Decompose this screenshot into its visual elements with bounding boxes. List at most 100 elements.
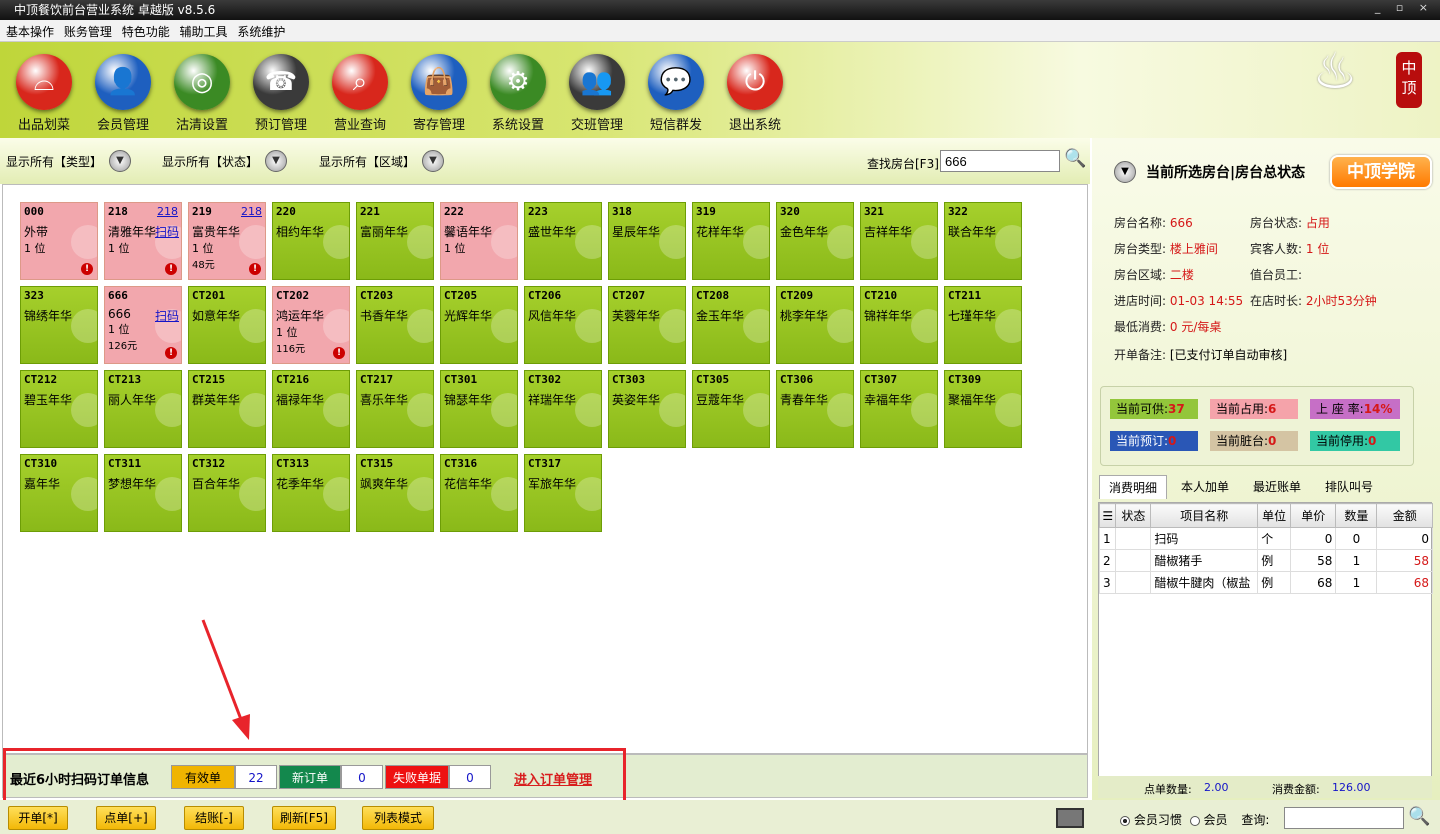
filter-status-dropdown-icon[interactable]: ▼ xyxy=(265,150,287,172)
filter-status[interactable]: 显示所有【状态】 xyxy=(162,153,258,170)
table-tile[interactable]: CT313 花季年华 xyxy=(272,454,350,532)
table-tile[interactable]: CT303 英姿年华 xyxy=(608,370,686,448)
filter-bar: 显示所有【类型】 ▼ 显示所有【状态】 ▼ 显示所有【区域】 ▼ 查找房台[F3… xyxy=(0,138,1090,184)
row-menu-icon[interactable]: ☰ xyxy=(1098,503,1117,528)
filter-area-dropdown-icon[interactable]: ▼ xyxy=(422,150,444,172)
table-tile[interactable]: CT201 如意年华 xyxy=(188,286,266,364)
tab-consumption-detail[interactable]: 消费明细 xyxy=(1099,475,1167,499)
member-search-icon[interactable]: 🔍 xyxy=(1408,806,1430,827)
filter-area[interactable]: 显示所有【区域】 xyxy=(319,153,415,170)
table-tile[interactable]: CT306 青春年华 xyxy=(776,370,854,448)
table-tile[interactable]: CT317 军旅年华 xyxy=(524,454,602,532)
table-tile[interactable]: CT210 锦祥年华 xyxy=(860,286,938,364)
table-row[interactable]: 1 扫码个 0 0 0 xyxy=(1098,527,1433,550)
toolbar-button-9[interactable]: ⏻ 退出系统 xyxy=(718,54,792,133)
table-tile[interactable]: CT311 梦想年华 xyxy=(104,454,182,532)
menu-tools[interactable]: 辅助工具 xyxy=(180,23,228,40)
toolbar-button-8[interactable]: 💬 短信群发 xyxy=(639,54,713,133)
table-tile[interactable]: 223 盛世年华 xyxy=(524,202,602,280)
table-tile[interactable]: 221 富丽年华 xyxy=(356,202,434,280)
table-tile[interactable]: CT316 花信年华 xyxy=(440,454,518,532)
window-controls[interactable]: _ ▫ × xyxy=(1375,1,1434,14)
table-tile[interactable]: CT213 丽人年华 xyxy=(104,370,182,448)
table-tile[interactable]: CT203 书香年华 xyxy=(356,286,434,364)
academy-button[interactable]: 中顶学院 xyxy=(1330,155,1432,189)
search-input[interactable] xyxy=(940,150,1060,172)
toolbar-button-7[interactable]: 👥 交班管理 xyxy=(560,54,634,133)
status-toggle-icon[interactable]: ▼ xyxy=(1114,161,1136,183)
table-tile[interactable]: CT209 桃李年华 xyxy=(776,286,854,364)
menu-accounts[interactable]: 账务管理 xyxy=(64,23,112,40)
table-tile[interactable]: 322 联合年华 xyxy=(944,202,1022,280)
table-tile[interactable]: CT315 飒爽年华 xyxy=(356,454,434,532)
table-tile[interactable]: CT206 风信年华 xyxy=(524,286,602,364)
keyboard-icon[interactable] xyxy=(1056,808,1084,828)
table-tile[interactable]: 666 666 1 位 126元 扫码! xyxy=(104,286,182,364)
filter-type[interactable]: 显示所有【类型】 xyxy=(6,153,102,170)
table-tile[interactable]: 321 吉祥年华 xyxy=(860,202,938,280)
table-tile[interactable]: 220 相约年华 xyxy=(272,202,350,280)
tile-code: CT301 xyxy=(444,373,478,386)
bottom-button-0[interactable]: 开单[*] xyxy=(8,806,68,830)
toolbar-button-4[interactable]: ⌕ 营业查询 xyxy=(323,54,397,133)
bottom-button-1[interactable]: 点单[+] xyxy=(96,806,156,830)
table-tile[interactable]: CT212 碧玉年华 xyxy=(20,370,98,448)
table-tile[interactable]: CT205 光辉年华 xyxy=(440,286,518,364)
table-tile[interactable]: CT305 豆蔻年华 xyxy=(692,370,770,448)
stat-occupied: 当前占用:6 xyxy=(1210,399,1298,419)
tile-watermark-logo xyxy=(155,393,181,427)
tile-link[interactable]: 218 xyxy=(157,205,178,218)
table-tile[interactable]: CT217 喜乐年华 xyxy=(356,370,434,448)
toolbar-button-1[interactable]: 👤 会员管理 xyxy=(86,54,160,133)
table-tile[interactable]: 319 花样年华 xyxy=(692,202,770,280)
table-tile[interactable]: CT207 芙蓉年华 xyxy=(608,286,686,364)
tile-scan-link[interactable]: 扫码 xyxy=(155,307,179,324)
tab-recent-bills[interactable]: 最近账单 xyxy=(1243,475,1311,499)
table-tile[interactable]: CT307 幸福年华 xyxy=(860,370,938,448)
toolbar-button-2[interactable]: ◎ 沽清设置 xyxy=(165,54,239,133)
table-tile[interactable]: 318 星辰年华 xyxy=(608,202,686,280)
detail-tabs: 消费明细 本人加单 最近账单 排队叫号 xyxy=(1096,475,1436,499)
table-tile[interactable]: CT202 鸿运年华 1 位 116元! xyxy=(272,286,350,364)
toolbar-button-0[interactable]: ⌓ 出品划菜 xyxy=(7,54,81,133)
table-tile[interactable]: CT211 七瑾年华 xyxy=(944,286,1022,364)
radio-member-habit[interactable] xyxy=(1120,815,1130,826)
menu-features[interactable]: 特色功能 xyxy=(122,23,170,40)
table-tile[interactable]: CT301 锦瑟年华 xyxy=(440,370,518,448)
col-amount: 金额 xyxy=(1376,503,1433,528)
table-tile[interactable]: 222 馨语年华 1 位 xyxy=(440,202,518,280)
filter-type-dropdown-icon[interactable]: ▼ xyxy=(109,150,131,172)
tile-link[interactable]: 218 xyxy=(241,205,262,218)
table-tile[interactable]: 000 外带 1 位! xyxy=(20,202,98,280)
toolbar-button-6[interactable]: ⚙ 系统设置 xyxy=(481,54,555,133)
table-tile[interactable]: 320 金色年华 xyxy=(776,202,854,280)
tile-scan-link[interactable]: 扫码 xyxy=(155,223,179,240)
menu-maintenance[interactable]: 系统维护 xyxy=(237,23,285,40)
stat-available: 当前可供:37 xyxy=(1110,399,1198,419)
table-tile[interactable]: CT310 嘉年华 xyxy=(20,454,98,532)
phone-icon: ☎ xyxy=(253,54,309,110)
menu-basic[interactable]: 基本操作 xyxy=(6,23,54,40)
radio-member[interactable] xyxy=(1189,815,1200,826)
table-row[interactable]: 3 醋椒牛腱肉（椒盐例 68 1 68 xyxy=(1098,571,1433,594)
bottom-button-4[interactable]: 列表模式 xyxy=(362,806,434,830)
table-tile[interactable]: 218 清雅年华 1 位 218 扫码! xyxy=(104,202,182,280)
table-row[interactable]: 2 醋椒猪手例 58 1 58 xyxy=(1098,549,1433,572)
search-icon[interactable]: 🔍 xyxy=(1064,148,1086,169)
table-tile[interactable]: 219 富贵年华 1 位 48元 218! xyxy=(188,202,266,280)
table-tile[interactable]: 323 锦绣年华 xyxy=(20,286,98,364)
tile-code: 323 xyxy=(24,289,44,302)
table-tile[interactable]: CT208 金玉年华 xyxy=(692,286,770,364)
table-tile[interactable]: CT216 福禄年华 xyxy=(272,370,350,448)
table-tile[interactable]: CT312 百合年华 xyxy=(188,454,266,532)
table-tile[interactable]: CT309 聚福年华 xyxy=(944,370,1022,448)
toolbar-button-5[interactable]: 👜 寄存管理 xyxy=(402,54,476,133)
bottom-button-2[interactable]: 结账[-] xyxy=(184,806,244,830)
bottom-button-3[interactable]: 刷新[F5] xyxy=(272,806,336,830)
tab-queue[interactable]: 排队叫号 xyxy=(1315,475,1383,499)
table-tile[interactable]: CT215 群英年华 xyxy=(188,370,266,448)
table-tile[interactable]: CT302 祥瑞年华 xyxy=(524,370,602,448)
tab-my-orders[interactable]: 本人加单 xyxy=(1171,475,1239,499)
member-query-input[interactable] xyxy=(1284,807,1404,829)
toolbar-button-3[interactable]: ☎ 预订管理 xyxy=(244,54,318,133)
